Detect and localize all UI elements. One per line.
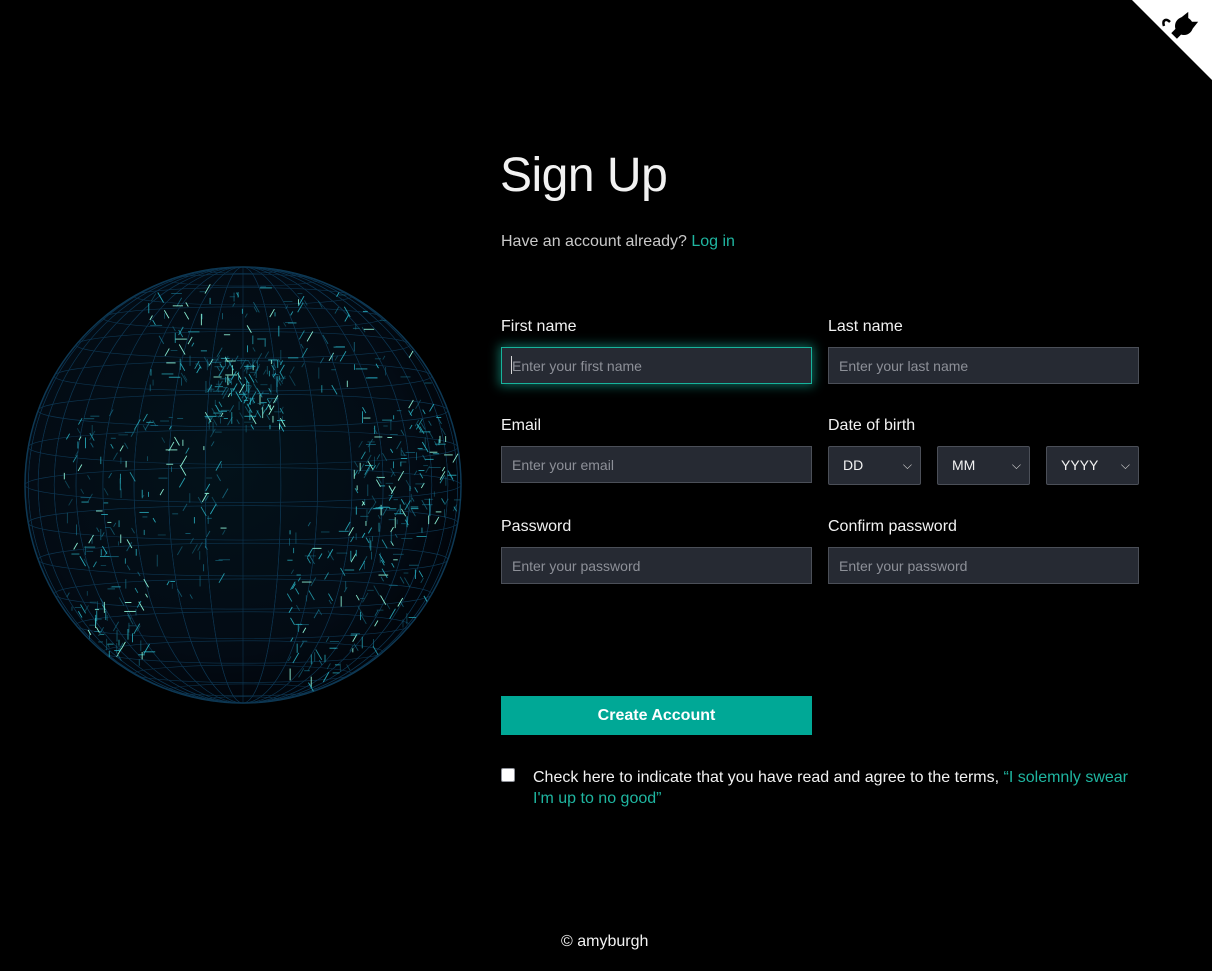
first-name-label: First name xyxy=(501,318,577,335)
dob-label: Date of birth xyxy=(828,417,916,434)
dob-year-value: YYYY xyxy=(1061,457,1099,473)
email-label: Email xyxy=(501,417,542,434)
confirm-password-label: Confirm password xyxy=(828,518,957,535)
chevron-down-icon: ⌵ xyxy=(902,458,912,472)
text-caret xyxy=(511,356,512,374)
login-prompt: Have an account already? Log in xyxy=(501,233,735,251)
login-link[interactable]: Log in xyxy=(691,233,735,250)
chevron-down-icon: ⌵ xyxy=(1011,458,1021,472)
dob-month-value: MM xyxy=(952,457,976,473)
terms-label: Check here to indicate that you have rea… xyxy=(533,769,1000,786)
last-name-label: Last name xyxy=(828,318,903,335)
password-label: Password xyxy=(501,518,572,535)
dob-day-select[interactable]: DD ⌵ xyxy=(828,446,921,485)
terms-text: Check here to indicate that you have rea… xyxy=(533,767,1143,809)
wireframe-globe xyxy=(24,266,462,704)
chevron-down-icon: ⌵ xyxy=(1120,458,1130,472)
confirm-password-input[interactable] xyxy=(828,547,1139,584)
login-prompt-text: Have an account already? xyxy=(501,233,687,250)
terms-checkbox[interactable] xyxy=(501,768,515,782)
last-name-input[interactable] xyxy=(828,347,1139,384)
page-title: Sign Up xyxy=(500,149,668,202)
email-input[interactable] xyxy=(501,446,812,483)
first-name-input[interactable] xyxy=(501,347,812,384)
dob-day-value: DD xyxy=(843,457,864,473)
create-account-button[interactable]: Create Account xyxy=(501,696,812,735)
signup-page: Sign Up Have an account already? Log in … xyxy=(0,0,1212,971)
dob-year-select[interactable]: YYYY ⌵ xyxy=(1046,446,1139,485)
password-input[interactable] xyxy=(501,547,812,584)
github-corner-icon[interactable] xyxy=(1132,0,1212,80)
dob-month-select[interactable]: MM ⌵ xyxy=(937,446,1030,485)
footer-copyright: © amyburgh xyxy=(561,933,649,950)
